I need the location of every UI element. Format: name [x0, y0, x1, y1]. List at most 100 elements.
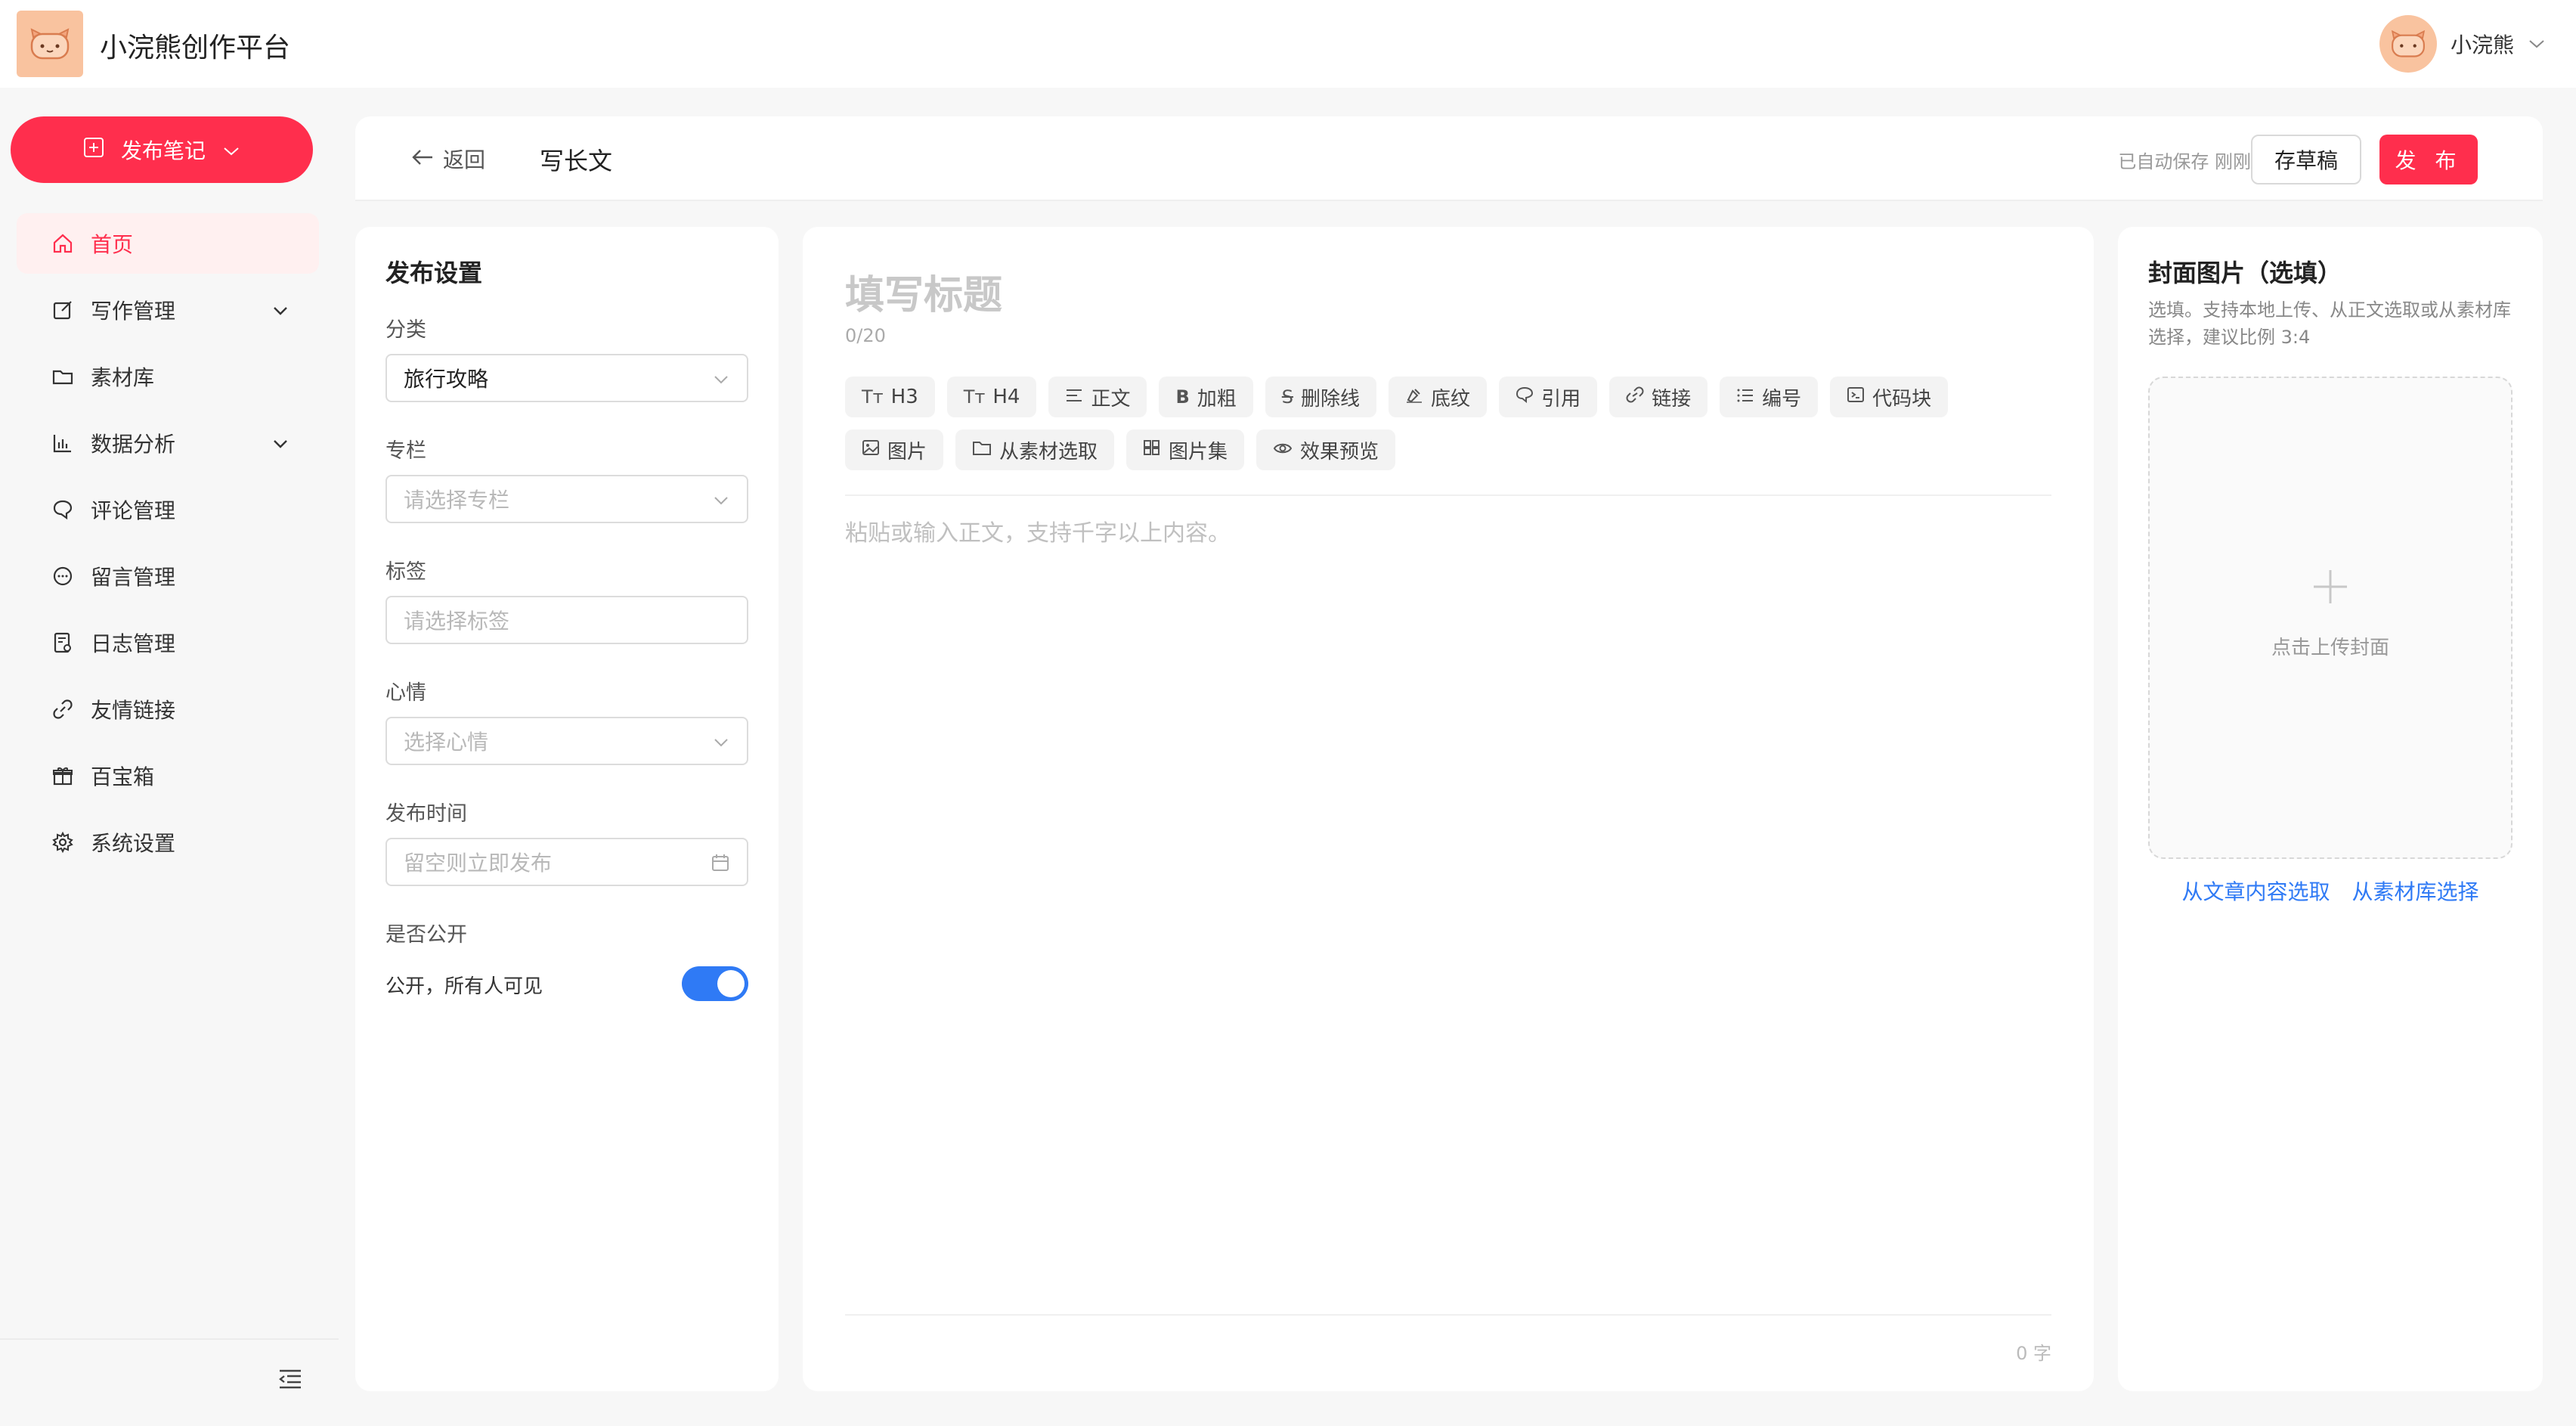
grid-icon — [1143, 439, 1161, 460]
tool-label: 图片 — [887, 440, 927, 463]
highlight-button[interactable]: 底纹 — [1389, 377, 1488, 417]
text-size-icon: Tт — [963, 386, 986, 408]
image-icon — [862, 439, 880, 460]
user-avatar[interactable] — [2379, 15, 2437, 73]
pick-from-article-link[interactable]: 从文章内容选取 — [2182, 879, 2330, 904]
user-menu[interactable]: 小浣熊 — [2379, 15, 2546, 73]
cover-source-links: 从文章内容选取 从素材库选择 — [2118, 876, 2543, 906]
numbered-list-button[interactable]: 编号 — [1720, 377, 1819, 417]
insert-image-button[interactable]: 图片 — [845, 429, 944, 470]
bar-chart-icon — [50, 430, 76, 456]
tags-input[interactable]: 请选择标签 — [385, 596, 748, 644]
sidebar-item-analytics[interactable]: 数据分析 — [17, 413, 319, 473]
sidebar-item-materials[interactable]: 素材库 — [17, 346, 319, 407]
paragraph-icon — [1065, 386, 1083, 408]
sidebar-item-logs[interactable]: 日志管理 — [17, 612, 319, 673]
image-gallery-button[interactable]: 图片集 — [1126, 429, 1245, 470]
column-select[interactable]: 请选择专栏 — [385, 475, 748, 523]
user-name[interactable]: 小浣熊 — [2451, 29, 2514, 59]
code-block-button[interactable]: 代码块 — [1830, 377, 1949, 417]
publish-button[interactable]: 发 布 — [2379, 135, 2478, 184]
sidebar-item-home[interactable]: 首页 — [17, 213, 319, 274]
tool-label: 效果预览 — [1300, 440, 1379, 463]
h3-button[interactable]: Tт H3 — [845, 377, 935, 417]
log-icon — [50, 630, 76, 656]
cover-image-panel: 封面图片（选填） 选填。支持本地上传、从正文选取或从素材库选择，建议比例 3:4… — [2118, 227, 2543, 1391]
tool-label: 从素材选取 — [999, 440, 1098, 463]
sidebar-item-messages[interactable]: 留言管理 — [17, 546, 319, 606]
sidebar-item-label: 素材库 — [91, 365, 155, 390]
tool-label: 引用 — [1541, 387, 1581, 411]
cover-description: 选填。支持本地上传、从正文选取或从素材库选择，建议比例 3:4 — [2148, 299, 2511, 348]
chevron-down-icon — [712, 732, 730, 757]
category-label: 分类 — [385, 318, 426, 342]
category-select[interactable]: 旅行攻略 — [385, 354, 748, 402]
upload-cover-text: 点击上传封面 — [2271, 637, 2389, 659]
folder-icon — [50, 364, 76, 389]
pick-from-library-link[interactable]: 从素材库选择 — [2352, 879, 2478, 904]
sidebar-item-settings[interactable]: 系统设置 — [17, 812, 319, 873]
quote-icon — [1516, 386, 1534, 408]
publish-time-placeholder: 留空则立即发布 — [404, 851, 553, 876]
sidebar-menu: 首页 写作管理 素材库 数据分析 评论管理 留言管理 日志管理 友情链接 百宝箱… — [17, 213, 319, 879]
toolbar-row: 图片 从素材选取 图片集 效果预览 — [845, 429, 2054, 470]
mood-placeholder: 选择心情 — [404, 730, 489, 755]
public-toggle[interactable] — [682, 966, 748, 1001]
divider — [845, 1314, 2051, 1316]
publish-note-label: 发布笔记 — [120, 138, 206, 163]
collapse-sidebar-icon[interactable] — [278, 1369, 302, 1395]
sidebar-footer — [0, 1338, 339, 1426]
tool-label: 加粗 — [1197, 387, 1237, 411]
raccoon-logo-icon[interactable] — [17, 11, 83, 77]
paragraph-button[interactable]: 正文 — [1048, 377, 1147, 417]
link-button[interactable]: 链接 — [1609, 377, 1708, 417]
h4-button[interactable]: Tт H4 — [946, 377, 1037, 417]
sidebar-item-label: 留言管理 — [91, 565, 176, 590]
sidebar: 发布笔记 首页 写作管理 素材库 数据分析 评论管理 留言管理 日志管理 友情链… — [0, 88, 339, 1426]
strikethrough-icon: S — [1281, 386, 1294, 408]
title-input[interactable]: 填写标题 — [845, 263, 2024, 318]
sidebar-item-comments[interactable]: 评论管理 — [17, 479, 319, 540]
word-count: 0 字 — [2016, 1343, 2051, 1364]
body-editor[interactable]: 粘贴或输入正文，支持千字以上内容。 — [845, 514, 1231, 547]
tool-label: H3 — [890, 386, 918, 408]
column-placeholder: 请选择专栏 — [404, 488, 510, 513]
strikethrough-button[interactable]: S 删除线 — [1265, 377, 1377, 417]
save-draft-button[interactable]: 存草稿 — [2251, 135, 2361, 184]
sidebar-item-writing[interactable]: 写作管理 — [17, 280, 319, 340]
bold-button[interactable]: B 加粗 — [1159, 377, 1253, 417]
sidebar-item-label: 系统设置 — [91, 831, 176, 856]
top-header: 小浣熊创作平台 小浣熊 — [0, 0, 2576, 88]
chevron-down-icon[interactable] — [2528, 33, 2546, 55]
sidebar-item-label: 数据分析 — [91, 432, 176, 457]
tool-label: 正文 — [1091, 387, 1131, 411]
mood-select[interactable]: 选择心情 — [385, 717, 748, 765]
sidebar-item-label: 评论管理 — [91, 498, 176, 523]
back-button[interactable]: 返回 — [411, 144, 485, 174]
pick-from-materials-button[interactable]: 从素材选取 — [955, 429, 1115, 470]
preview-button[interactable]: 效果预览 — [1256, 429, 1396, 470]
formatting-toolbar: Tт H3 Tт H4 正文 B 加粗 S 删除线 底纹 引用 链接 编号 代码… — [845, 377, 2054, 482]
publish-time-label: 发布时间 — [385, 802, 467, 826]
publish-note-button[interactable]: 发布笔记 — [11, 116, 313, 183]
highlight-icon — [1405, 386, 1423, 408]
sidebar-item-label: 写作管理 — [91, 299, 176, 324]
settings-title: 发布设置 — [385, 259, 483, 287]
publish-time-picker[interactable]: 留空则立即发布 — [385, 838, 748, 886]
tags-placeholder: 请选择标签 — [404, 609, 510, 634]
gear-icon — [50, 829, 76, 855]
quote-button[interactable]: 引用 — [1499, 377, 1598, 417]
tool-label: 图片集 — [1169, 440, 1228, 463]
sidebar-item-label: 首页 — [91, 232, 134, 257]
plus-icon — [2150, 567, 2511, 614]
sidebar-item-links[interactable]: 友情链接 — [17, 679, 319, 739]
tags-label: 标签 — [385, 560, 426, 584]
category-value: 旅行攻略 — [404, 367, 489, 392]
tool-label: 底纹 — [1431, 387, 1471, 411]
home-icon — [50, 231, 76, 256]
publish-settings-panel: 发布设置 分类 旅行攻略 专栏 请选择专栏 标签 请选择标签 心情 选择心情 发… — [355, 227, 779, 1391]
chevron-down-icon — [712, 369, 730, 394]
sidebar-item-toolbox[interactable]: 百宝箱 — [17, 746, 319, 806]
column-label: 专栏 — [385, 439, 426, 463]
upload-cover-area[interactable]: 点击上传封面 — [2148, 377, 2513, 859]
